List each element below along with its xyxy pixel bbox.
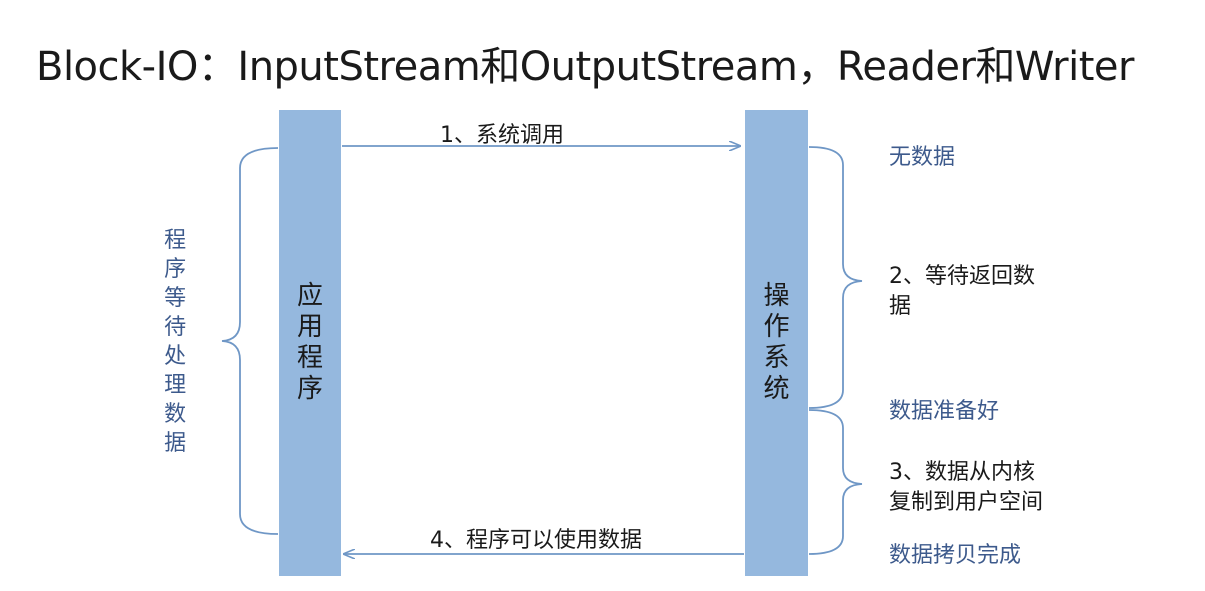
wait-return-label: 2、等待返回数 据 [889, 262, 1035, 322]
wait-return-line-1: 2、等待返回数 [889, 264, 1035, 289]
data-available-label: 4、程序可以使用数据 [430, 528, 642, 553]
copy-brace [808, 409, 863, 555]
copy-kernel-label: 3、数据从内核 复制到用户空间 [889, 458, 1043, 518]
wait-brace [808, 146, 863, 409]
no-data-label: 无数据 [889, 145, 956, 170]
system-call-label: 1、系统调用 [440, 123, 564, 148]
program-wait-label: 程序等待处理数据 [164, 228, 187, 456]
wait-return-line-2: 据 [889, 294, 912, 319]
copy-done-label: 数据拷贝完成 [889, 543, 1022, 568]
left-brace [221, 147, 279, 535]
data-ready-label: 数据准备好 [889, 399, 1000, 424]
copy-kernel-line-2: 复制到用户空间 [889, 490, 1044, 515]
copy-kernel-line-1: 3、数据从内核 [889, 460, 1035, 485]
